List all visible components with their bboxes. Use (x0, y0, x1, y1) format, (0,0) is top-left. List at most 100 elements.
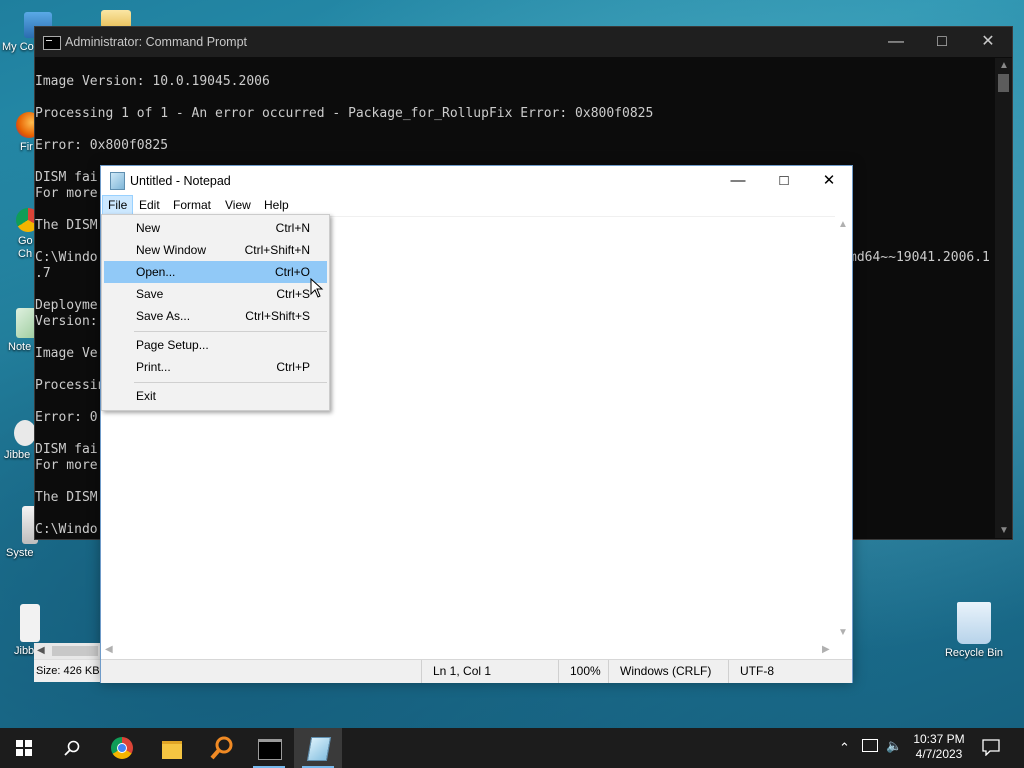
menu-view[interactable]: View (220, 196, 256, 215)
notepad-title: Untitled - Notepad (130, 174, 231, 188)
horizontal-scrollbar[interactable]: ◀ ▶ (101, 641, 835, 658)
cmd-line: C:\Windo (35, 522, 98, 537)
scroll-up-icon[interactable]: ▲ (838, 219, 848, 230)
cmd-line: Deployme (35, 298, 98, 313)
scrollbar-thumb[interactable] (998, 74, 1009, 92)
status-size-text: Size: 426 KB, (36, 665, 100, 677)
menu-file[interactable]: File (102, 195, 134, 216)
menu-separator (134, 382, 327, 383)
scroll-right-icon[interactable]: ▶ (822, 644, 830, 655)
clock[interactable]: 10:37 PM 4/7/2023 (908, 732, 970, 762)
status-bar: Ln 1, Col 1 100% Windows (CRLF) UTF-8 (101, 659, 852, 683)
close-button[interactable]: ✕ (965, 27, 1011, 57)
magnifier-icon (210, 736, 233, 760)
taskbar-file-explorer[interactable] (148, 728, 196, 768)
cmd-line-fragment: md64~~19041.2006.1 (849, 250, 990, 265)
network-icon[interactable] (862, 739, 878, 752)
scroll-left-icon[interactable]: ◀ (37, 645, 45, 656)
menu-item-print[interactable]: Print... Ctrl+P (104, 356, 327, 378)
cmd-line: Error: 0 (35, 410, 98, 425)
start-button[interactable] (0, 728, 48, 768)
scroll-down-icon[interactable]: ▼ (838, 627, 848, 638)
desktop-icon-recycle-bin[interactable]: Recycle Bin (937, 602, 1011, 659)
menu-item-save-as[interactable]: Save As... Ctrl+Shift+S (104, 305, 327, 327)
document-icon (20, 604, 40, 642)
minimize-icon: — (888, 33, 904, 50)
show-hidden-icons-button[interactable]: ⌃ (839, 740, 850, 756)
minimize-button[interactable]: — (715, 166, 761, 195)
menu-item-open[interactable]: Open... Ctrl+O (104, 261, 327, 283)
cmd-line: The DISM (35, 218, 98, 233)
menu-item-exit[interactable]: Exit (104, 385, 327, 407)
menu-item-new-window[interactable]: New Window Ctrl+Shift+N (104, 239, 327, 261)
cmd-line: The DISM (35, 490, 98, 505)
cmd-line: Image Ve (35, 346, 98, 361)
maximize-button[interactable]: □ (761, 166, 807, 195)
wrench-icon (14, 420, 36, 446)
background-window-status: Size: 426 KB, (34, 659, 100, 682)
cmd-line: Processin (35, 378, 106, 393)
cmd-line: .7 (35, 266, 51, 281)
notepad-titlebar[interactable]: Untitled - Notepad — □ ✕ (101, 166, 852, 195)
maximize-button[interactable]: □ (919, 27, 965, 57)
menu-item-page-setup[interactable]: Page Setup... (104, 334, 327, 356)
search-icon (64, 740, 80, 756)
volume-icon[interactable]: 🔈 (886, 738, 902, 754)
menu-separator (134, 331, 327, 332)
command-prompt-icon (43, 36, 61, 50)
notification-icon (982, 739, 1000, 757)
menu-edit[interactable]: Edit (134, 196, 165, 215)
command-prompt-icon (258, 739, 282, 760)
scroll-down-icon[interactable]: ▼ (999, 525, 1009, 536)
cmd-line: For more (35, 458, 98, 473)
status-position: Ln 1, Col 1 (421, 660, 557, 683)
minimize-icon: — (730, 172, 746, 189)
clock-time: 10:37 PM (913, 732, 965, 746)
mouse-cursor-icon (310, 278, 324, 298)
taskbar-notepad[interactable] (294, 728, 342, 768)
cmd-line: DISM fai (35, 170, 98, 185)
scroll-left-icon[interactable]: ◀ (105, 644, 113, 655)
taskbar-search-everything[interactable] (198, 728, 246, 768)
notifications-button[interactable] (982, 739, 1000, 759)
minimize-button[interactable]: — (873, 27, 919, 57)
clock-date: 4/7/2023 (915, 747, 963, 761)
search-button[interactable] (48, 728, 96, 768)
status-line-endings: Windows (CRLF) (608, 660, 724, 683)
maximize-icon: □ (779, 172, 789, 189)
vertical-scrollbar[interactable]: ▲ ▼ (835, 216, 851, 641)
menu-help[interactable]: Help (259, 196, 294, 215)
cmd-titlebar[interactable]: Administrator: Command Prompt — □ ✕ (35, 27, 1012, 57)
maximize-icon: □ (937, 33, 947, 50)
scrollbar-thumb[interactable] (52, 646, 98, 656)
recycle-bin-icon (957, 602, 991, 644)
notepad-icon (306, 737, 332, 761)
menu-item-save[interactable]: Save Ctrl+S (104, 283, 327, 305)
cmd-line: Version: (35, 314, 98, 329)
status-zoom: 100% (558, 660, 606, 683)
status-encoding: UTF-8 (728, 660, 840, 683)
taskbar-chrome[interactable] (98, 728, 146, 768)
taskbar-command-prompt[interactable] (245, 728, 293, 768)
close-icon: ✕ (822, 172, 836, 189)
cmd-vertical-scrollbar[interactable]: ▲ ▼ (995, 58, 1012, 538)
cmd-line: C:\Windo (35, 250, 98, 265)
folder-icon (162, 741, 182, 759)
scroll-up-icon[interactable]: ▲ (999, 60, 1009, 71)
close-button[interactable]: ✕ (806, 166, 852, 195)
cmd-line: Error: 0x800f0825 (35, 138, 169, 153)
taskbar: ⌃ 🔈 10:37 PM 4/7/2023 (0, 728, 1024, 768)
cmd-title: Administrator: Command Prompt (65, 35, 248, 49)
menu-bar: File Edit Format View Help (101, 195, 852, 216)
background-window-hscroll[interactable]: ◀ (34, 643, 100, 659)
chrome-icon (111, 737, 133, 759)
menu-format[interactable]: Format (168, 196, 216, 215)
close-icon: ✕ (981, 33, 995, 50)
cmd-line: Processing 1 of 1 - An error occurred - … (35, 106, 654, 121)
cmd-line: For more (35, 186, 98, 201)
cmd-line: Image Version: 10.0.19045.2006 (35, 74, 270, 89)
menu-item-new[interactable]: New Ctrl+N (104, 217, 327, 239)
notepad-icon (110, 172, 125, 190)
file-menu-dropdown: New Ctrl+N New Window Ctrl+Shift+N Open.… (101, 214, 330, 411)
windows-logo-icon (16, 740, 32, 756)
